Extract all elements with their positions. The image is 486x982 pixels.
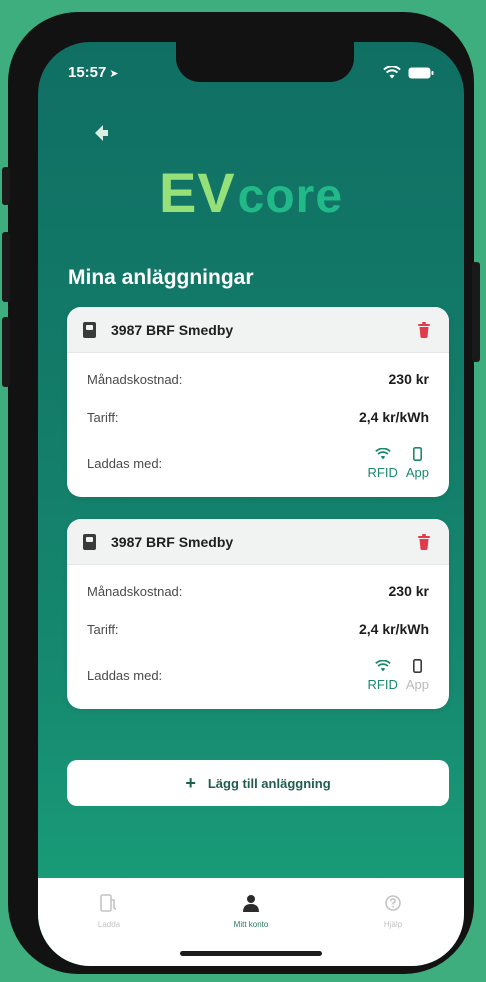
plus-icon: +: [185, 773, 196, 793]
delete-trash-icon[interactable]: [417, 533, 431, 550]
charge-methods: RFID App: [368, 658, 429, 692]
charge-method-label: Laddas med:: [87, 667, 163, 683]
tab-mitt-konto-label: Mitt konto: [233, 920, 269, 929]
station-card: 3987 BRF Smedby Månadskostnad: 230 kr Ta…: [67, 307, 449, 497]
delete-trash-icon[interactable]: [417, 321, 431, 338]
monthly-cost-row: Månadskostnad: 230 kr: [67, 565, 449, 611]
status-time: 15:57 ➤: [68, 64, 119, 81]
tariff-row: Tariff: 2,4 kr/kWh: [67, 611, 449, 647]
station-name: 3987 BRF Smedby: [111, 321, 234, 338]
tab-ladda[interactable]: Ladda: [49, 892, 169, 966]
location-arrow-icon: ➤: [109, 68, 119, 80]
method-rfid-label: RFID: [367, 465, 398, 480]
wifi-status-icon: [383, 66, 401, 79]
charge-method-row: Laddas med: RFID App: [67, 647, 449, 703]
monthly-cost-row: Månadskostnad: 230 kr: [67, 353, 449, 399]
add-station-button[interactable]: + Lägg till anläggning: [67, 760, 449, 806]
station-card-header[interactable]: 3987 BRF Smedby: [67, 519, 449, 565]
app-screen: 15:57 ➤ EVcore Mina anläggningar 3987 BR…: [38, 42, 464, 966]
tariff-row: Tariff: 2,4 kr/kWh: [67, 399, 449, 435]
tab-bar: Ladda Mitt konto Hjälp: [38, 878, 464, 966]
page-title: Mina anläggningar: [68, 266, 254, 289]
logo-core: core: [237, 170, 344, 223]
tariff-label: Tariff:: [87, 409, 119, 425]
status-time-text: 15:57: [68, 64, 107, 81]
station-name: 3987 BRF Smedby: [111, 533, 234, 550]
phone-icon: [412, 447, 422, 461]
monthly-cost-label: Månadskostnad:: [87, 371, 183, 387]
wifi-icon: [374, 448, 391, 460]
monthly-cost-value: 230 kr: [388, 583, 429, 599]
charge-methods: RFID App: [368, 446, 429, 480]
monthly-cost-label: Månadskostnad:: [87, 583, 183, 599]
method-rfid: RFID: [368, 446, 398, 480]
station-card-header[interactable]: 3987 BRF Smedby: [67, 307, 449, 353]
tariff-value: 2,4 kr/kWh: [358, 409, 429, 425]
add-station-label: Lägg till anläggning: [207, 775, 331, 791]
method-rfid-label: RFID: [367, 677, 398, 692]
logo-ev: EV: [158, 161, 236, 224]
tariff-label: Tariff:: [87, 621, 119, 637]
user-icon: [243, 895, 259, 912]
notch: [176, 42, 354, 82]
mute-switch: [2, 167, 10, 205]
phone-frame: 15:57 ➤ EVcore Mina anläggningar 3987 BR…: [2, 12, 480, 974]
volume-down-button: [2, 317, 10, 387]
charge-method-row: Laddas med: RFID App: [67, 435, 449, 491]
phone-icon: [412, 659, 422, 673]
status-indicators: [383, 66, 434, 79]
wifi-icon: [374, 660, 391, 672]
power-button: [472, 262, 480, 362]
charging-station-icon: [83, 533, 96, 550]
method-app: App: [406, 446, 429, 480]
monthly-cost-value: 230 kr: [388, 371, 429, 387]
tab-hjalp-label: Hjälp: [383, 920, 403, 929]
charging-station-icon: [83, 321, 96, 338]
back-arrow-icon[interactable]: [88, 120, 114, 146]
method-app: App: [406, 658, 429, 692]
tariff-value: 2,4 kr/kWh: [358, 621, 429, 637]
app-logo: EVcore: [38, 160, 464, 225]
help-icon: [385, 895, 401, 911]
method-app-label: App: [405, 465, 429, 480]
station-card: 3987 BRF Smedby Månadskostnad: 230 kr Ta…: [67, 519, 449, 709]
method-app-label: App: [405, 677, 429, 692]
method-rfid: RFID: [368, 658, 398, 692]
tab-hjalp[interactable]: Hjälp: [333, 892, 453, 966]
volume-up-button: [2, 232, 10, 302]
charge-method-label: Laddas med:: [87, 455, 163, 471]
home-indicator: [180, 951, 322, 956]
tab-ladda-label: Ladda: [97, 920, 121, 929]
charger-icon: [100, 894, 117, 912]
battery-icon: [408, 67, 434, 78]
